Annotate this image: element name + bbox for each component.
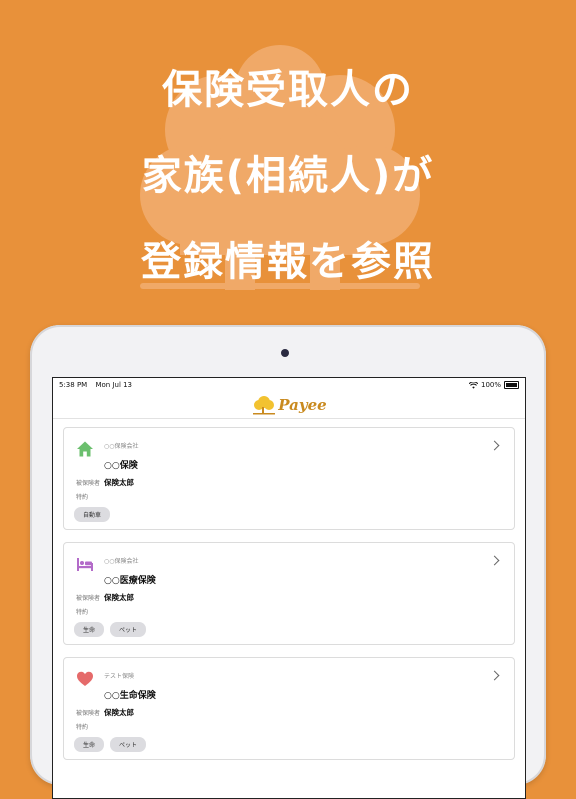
tag-list: 生命 ペット [74, 622, 147, 637]
tag: 自動車 [74, 507, 111, 522]
policy-title: ○○保険 [104, 461, 138, 471]
status-right: 100% [468, 378, 519, 392]
tag-list: 自動車 [74, 507, 111, 522]
battery-percent: 100% [480, 381, 501, 389]
tag-list: 生命 ペット [74, 737, 147, 752]
app-logo: Payee [251, 394, 327, 416]
headline-line-3: 登録情報を参照 [141, 239, 435, 285]
battery-icon [504, 381, 519, 389]
policy-card[interactable]: テスト保険 ○○生命保険 被保険者 保険太郎 特約 生命 ペット [63, 657, 515, 760]
wifi-icon [468, 381, 478, 389]
tag: ペット [110, 737, 147, 752]
heart-icon [77, 671, 93, 686]
policy-list: ○○保険会社 ○○保険 被保険者 保険太郎 特約 自動車 ○○保険会社 ○○医療… [53, 419, 525, 780]
policy-card[interactable]: ○○保険会社 ○○保険 被保険者 保険太郎 特約 自動車 [63, 427, 515, 530]
tag: 生命 [74, 622, 105, 637]
status-time: 5:38 PM [59, 381, 88, 389]
rider-label: 特約 [76, 494, 89, 501]
chevron-right-icon[interactable] [489, 555, 500, 566]
chevron-right-icon[interactable] [489, 440, 500, 451]
home-icon [77, 441, 93, 457]
logo-text: Payee [278, 396, 327, 414]
status-date: Mon Jul 13 [95, 381, 133, 389]
insured-label: 被保険者 [76, 710, 101, 717]
policy-title: ○○医療保険 [104, 576, 156, 586]
company-name: ○○保険会社 [104, 443, 139, 450]
headline: 保険受取人の 家族(相続人)が 登録情報を参照 [0, 50, 576, 308]
status-bar: 5:38 PM Mon Jul 13 100% [53, 378, 525, 392]
bed-icon [77, 558, 93, 571]
policy-card[interactable]: ○○保険会社 ○○医療保険 被保険者 保険太郎 特約 生命 ペット [63, 542, 515, 645]
insured-name: 保険太郎 [104, 478, 134, 487]
tablet-frame: 5:38 PM Mon Jul 13 100% Payee ○○保険会社 ○○保… [30, 325, 546, 799]
insured-label: 被保険者 [76, 480, 101, 487]
rider-label: 特約 [76, 724, 89, 731]
insured-label: 被保険者 [76, 595, 101, 602]
tag: 生命 [74, 737, 105, 752]
tag: ペット [110, 622, 147, 637]
insured-name: 保険太郎 [104, 708, 134, 717]
app-screen: 5:38 PM Mon Jul 13 100% Payee ○○保険会社 ○○保… [52, 377, 526, 799]
company-name: ○○保険会社 [104, 558, 139, 565]
headline-line-2: 家族(相続人)が [141, 153, 435, 199]
camera-icon [281, 349, 289, 357]
policy-title: ○○生命保険 [104, 691, 156, 701]
headline-line-1: 保険受取人の [162, 67, 414, 113]
rider-label: 特約 [76, 609, 89, 616]
insured-name: 保険太郎 [104, 593, 134, 602]
chevron-right-icon[interactable] [489, 670, 500, 681]
navbar: Payee [53, 392, 525, 419]
company-name: テスト保険 [104, 673, 135, 680]
logo-tree-icon [253, 396, 276, 415]
